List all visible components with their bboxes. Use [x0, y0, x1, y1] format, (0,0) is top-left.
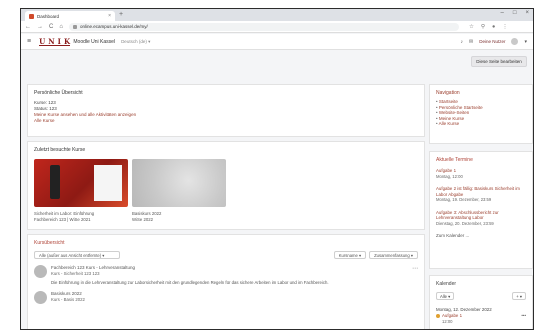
chevron-down-icon[interactable]: ▾	[524, 39, 527, 45]
event-title[interactable]: Aufgabe 2 ist fällig: Basiskurs Sicherhe…	[436, 186, 526, 197]
recent-courses-title: Zuletzt besuchte Kurse	[34, 147, 86, 153]
site-name[interactable]: Moodle Uni Kassel	[73, 39, 115, 45]
event-item[interactable]: Aufgabe 1 Montag, 12:00	[436, 168, 526, 179]
course-thumbnail[interactable]	[132, 159, 226, 207]
view-dropdown[interactable]: Zusammenfassung ▾	[369, 251, 418, 259]
url-text: online.ecampus.uni-kassel.de/my/	[79, 24, 148, 29]
browser-extensions: ☆ ⚲ ● ⋮	[469, 24, 508, 30]
university-logo[interactable]: U N I K	[39, 38, 71, 46]
course-info: Fachbereich 123 Kurs - Lehrveranstaltung…	[51, 265, 408, 285]
course-subtitle: Kurs - Basis 2022	[51, 296, 85, 302]
calendar-event-title[interactable]: Aufgabe 1	[442, 313, 462, 319]
course-image	[34, 291, 47, 304]
avatar[interactable]	[511, 38, 519, 45]
navigation-list: Startseite Persönliche Startseite Websit…	[436, 99, 526, 127]
browser-tab[interactable]: Dashboard ×	[25, 11, 115, 21]
go-to-calendar-link[interactable]: Zum Kalender ...	[436, 233, 526, 238]
event-item[interactable]: Aufgabe 3: Abschlussbericht zur Lehrvera…	[436, 210, 526, 227]
browser-window: Dashboard × + – □ × ← → C ⌂ online.ecamp…	[20, 8, 534, 330]
navigation-title: Navigation	[436, 90, 460, 96]
overview-link[interactable]: Alle Kurse	[34, 118, 418, 124]
course-subtitle: Kurs - Sicherheit 123 123	[51, 270, 100, 276]
event-date: Dienstag, 20. Dezember, 23:59	[436, 220, 494, 226]
site-header: ≡ U N I K Moodle Uni Kassel Deutsch (de)…	[21, 34, 533, 50]
calendar-title: Kalender	[436, 281, 457, 287]
event-date: Montag, 12:00	[436, 173, 463, 179]
new-event-button[interactable]: + ▾	[512, 292, 526, 300]
course-list-item[interactable]: Fachbereich 123 Kurs - Lehrveranstaltung…	[34, 265, 418, 285]
course-overview-title: Kursübersicht	[34, 240, 65, 246]
profile-icon[interactable]: ●	[492, 24, 495, 30]
upcoming-events-title: Aktuelle Termine	[436, 157, 473, 163]
upcoming-events-block: Aktuelle Termine Aufgabe 1 Montag, 12:00…	[429, 151, 533, 269]
course-caption-meta: Fachbereich 123 | WiSe 2021	[34, 216, 91, 222]
tab-bar: Dashboard × + – □ ×	[21, 9, 533, 21]
course-image	[34, 265, 47, 278]
tab-close-icon[interactable]: ×	[108, 13, 111, 19]
course-thumbnail[interactable]	[34, 159, 128, 207]
home-icon[interactable]: ⌂	[59, 24, 63, 30]
url-field[interactable]: online.ecampus.uni-kassel.de/my/	[68, 22, 459, 31]
overview-title: Persönliche Übersicht	[34, 90, 83, 96]
extension-icon[interactable]: ⚲	[481, 24, 485, 30]
close-window-icon[interactable]: ×	[525, 10, 529, 16]
sort-dropdown[interactable]: Kursname ▾	[333, 251, 367, 259]
address-bar: ← → C ⌂ online.ecampus.uni-kassel.de/my/…	[21, 21, 533, 33]
tab-title: Dashboard	[37, 13, 60, 19]
course-caption-meta: WiSe 2022	[132, 216, 154, 222]
course-image-device	[50, 165, 60, 199]
course-description: Die Einführung in die Lehrveranstaltung …	[51, 280, 329, 285]
notification-bell-icon[interactable]: ♪	[461, 39, 464, 45]
course-overview-card: Kursübersicht Alle (außer aus Ansicht en…	[27, 234, 425, 329]
reload-icon[interactable]: C	[49, 24, 53, 30]
navigation-item[interactable]: Alle Kurse	[436, 121, 526, 127]
course-list-item[interactable]: Basiskurs 2022 Kurs - Basis 2022	[34, 291, 418, 304]
header-user-area: ♪ ✉ Deine Nutzer ▾	[461, 38, 527, 45]
course-caption[interactable]: Sicherheit im Labor: Einführung Fachbere…	[34, 211, 128, 222]
user-name[interactable]: Deine Nutzer	[479, 39, 505, 44]
overview-card: Persönliche Übersicht Kurse: 123 Status:…	[27, 84, 425, 137]
event-dot-icon	[436, 313, 440, 318]
course-image-sheet	[94, 165, 122, 201]
recent-courses-card: Zuletzt besuchte Kurse Sicherheit im Lab…	[27, 141, 425, 230]
course-view-controls: Kursname ▾ Zusammenfassung ▾	[333, 251, 418, 259]
calendar-block: Kalender Alle ▾ + ▾ Montag, 12. Dezember…	[429, 275, 533, 329]
course-actions-icon[interactable]: ⋯	[412, 265, 418, 272]
browser-menu-icon[interactable]: ⋮	[502, 24, 508, 30]
event-date: Montag, 19. Dezember, 23:59	[436, 197, 492, 202]
calendar-more-icon[interactable]: •••	[521, 313, 526, 319]
maximize-icon[interactable]: □	[513, 10, 517, 16]
new-tab-icon[interactable]: +	[119, 11, 123, 19]
calendar-event-time: 12:00	[442, 318, 453, 324]
recent-courses-thumbnails	[34, 159, 418, 207]
calendar-controls: Alle ▾ + ▾	[436, 292, 526, 300]
bookmark-star-icon[interactable]: ☆	[469, 24, 474, 30]
course-info: Basiskurs 2022 Kurs - Basis 2022	[51, 291, 418, 302]
event-item[interactable]: Aufgabe 2 ist fällig: Basiskurs Sicherhe…	[436, 186, 526, 203]
menu-toggle-icon[interactable]: ≡	[27, 38, 31, 45]
course-caption[interactable]: Basiskurs 2022 WiSe 2022	[132, 211, 226, 222]
recent-courses-captions: Sicherheit im Labor: Einführung Fachbere…	[34, 211, 418, 222]
window-controls: – □ ×	[501, 10, 529, 16]
forward-icon[interactable]: →	[37, 24, 43, 30]
minimize-icon[interactable]: –	[501, 10, 504, 16]
course-filter-dropdown[interactable]: Alle (außer aus Ansicht entfernte) ▾	[34, 251, 120, 259]
event-title[interactable]: Aufgabe 3: Abschlussbericht zur Lehrvera…	[436, 210, 526, 221]
course-filter-row: Alle (außer aus Ansicht entfernte) ▾ Kur…	[34, 251, 418, 259]
language-menu[interactable]: Deutsch (de) ▾	[121, 39, 150, 45]
customise-page-button[interactable]: Diese Seite bearbeiten	[471, 56, 527, 67]
messages-icon[interactable]: ✉	[469, 39, 473, 45]
lock-icon	[72, 24, 77, 29]
favicon-icon	[29, 13, 34, 19]
navigation-block: Navigation Startseite Persönliche Starts…	[429, 84, 533, 144]
calendar-filter-select[interactable]: Alle ▾	[436, 292, 455, 300]
back-icon[interactable]: ←	[25, 24, 31, 30]
